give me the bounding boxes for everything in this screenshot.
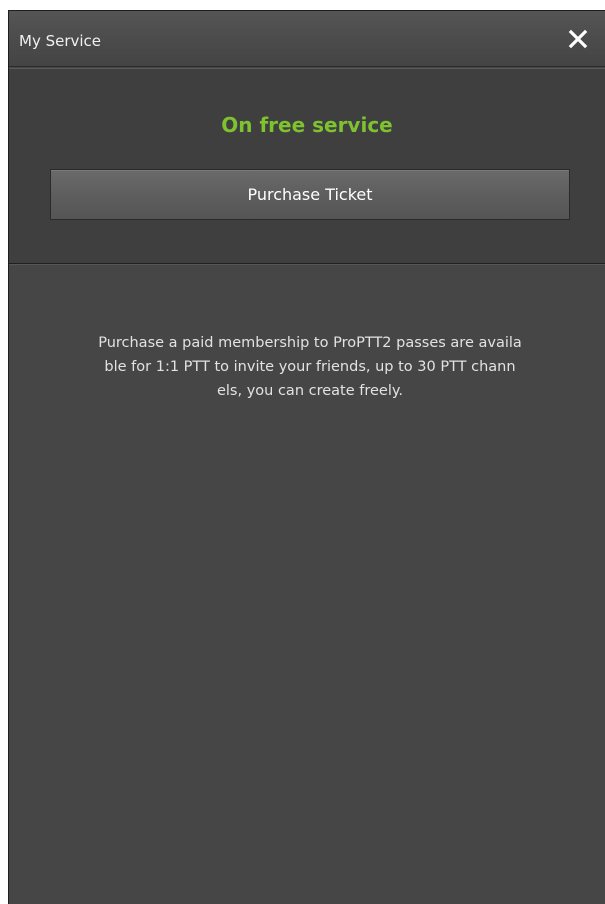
close-button[interactable] [567,28,589,50]
purchase-ticket-button[interactable]: Purchase Ticket [50,169,570,220]
close-icon [568,29,588,49]
my-service-window: My Service On free service Purchase Tick… [8,10,605,904]
service-status-text: On free service [221,113,393,137]
description-line: els, you can create freely. [216,383,403,399]
membership-description: Purchase a paid membership to ProPTT2 pa… [45,331,575,403]
description-line: ble for 1:1 PTT to invite your friends, … [104,359,516,375]
title-bar: My Service [9,11,605,67]
window-title: My Service [19,32,102,50]
description-line: Purchase a paid membership to ProPTT2 pa… [98,335,522,351]
section-divider [9,263,605,265]
service-status-section: On free service Purchase Ticket [9,68,605,263]
